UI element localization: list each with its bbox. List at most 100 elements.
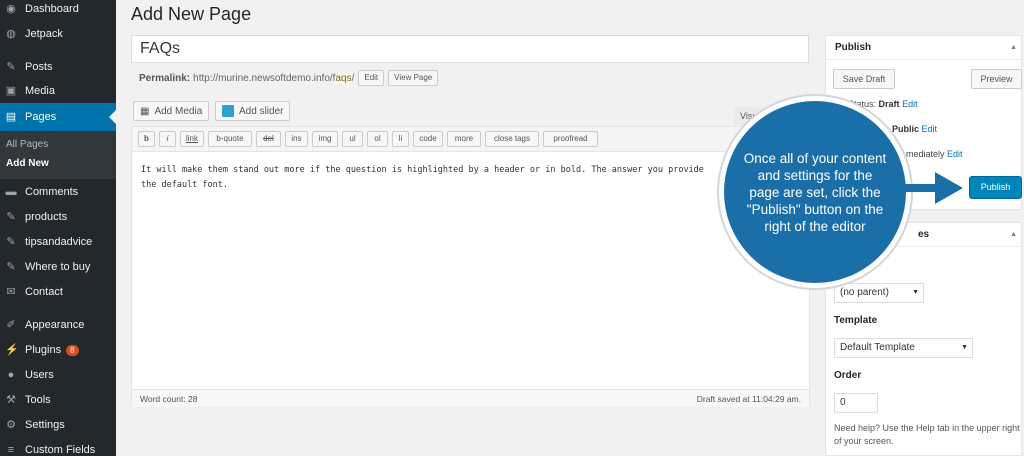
qt-bold-button[interactable]: b (138, 131, 155, 147)
comments-icon: ▬ (5, 186, 17, 198)
publish-button[interactable]: Publish (969, 176, 1022, 199)
qt-ins-button[interactable]: ins (285, 131, 308, 147)
jetpack-icon: ◍ (6, 28, 16, 40)
template-label: Template (834, 315, 878, 326)
order-input[interactable]: 0 (834, 393, 878, 413)
menu-label: Media (25, 85, 55, 97)
menu-label: Jetpack (25, 28, 63, 40)
menu-custom-fields[interactable]: ≡ Custom Fields (0, 438, 116, 456)
qt-ol-button[interactable]: ol (367, 131, 388, 147)
submenu-add-new[interactable]: Add New (6, 158, 49, 169)
menu-label: Dashboard (25, 3, 79, 15)
menu-comments[interactable]: ▬ Comments (0, 180, 116, 204)
callout-arrow-shaft (898, 184, 938, 192)
schedule-row: mediately Edit (906, 149, 963, 159)
menu-contact[interactable]: ✉ Contact (0, 280, 116, 304)
parent-select[interactable]: (no parent) ▼ (834, 283, 924, 303)
permalink-row: Permalink: http://murine.newsoftdemo.inf… (139, 70, 439, 86)
mail-icon: ✉ (6, 286, 16, 298)
menu-label: Settings (25, 419, 65, 431)
add-media-label: Add Media (154, 105, 203, 117)
qt-img-button[interactable]: img (312, 131, 338, 147)
permalink-edit-button[interactable]: Edit (358, 70, 385, 86)
add-media-button[interactable]: ▦ Add Media (133, 101, 210, 121)
content-textarea[interactable]: It will make them stand out more if the … (141, 163, 801, 193)
slider-icon (222, 105, 234, 117)
schedule-edit-link[interactable]: Edit (947, 149, 963, 159)
media-camera-icon: ▦ (140, 105, 150, 117)
qt-link-button[interactable]: link (180, 131, 204, 147)
menu-label: Users (25, 369, 54, 381)
pin-icon: ✎ (6, 211, 16, 223)
qt-del-button[interactable]: del (256, 131, 281, 147)
custom-fields-icon: ≡ (7, 444, 15, 456)
menu-label: Comments (25, 186, 79, 198)
pin-icon: ✎ (6, 261, 16, 273)
template-select[interactable]: Default Template ▼ (834, 338, 973, 358)
editor-status-bar: Word count: 28 Draft saved at 11:04:29 a… (132, 389, 809, 407)
menu-label: Posts (25, 61, 53, 73)
menu-appearance[interactable]: ✐ Appearance (0, 313, 116, 337)
page-title: Add New Page (131, 4, 252, 24)
status-value: Draft (878, 99, 900, 109)
menu-posts[interactable]: ✎ Posts (0, 55, 116, 79)
media-icon: ▣ (5, 85, 17, 97)
permalink-url-prefix: http://murine.newsoftdemo.info/ (193, 72, 333, 84)
menu-jetpack[interactable]: ◍ Jetpack (0, 22, 116, 46)
collapse-arrow-icon[interactable]: ▲ (1010, 36, 1017, 60)
menu-plugins[interactable]: ⚡ Plugins 8 (0, 338, 116, 362)
parent-select-value: (no parent) (840, 287, 889, 298)
menu-users[interactable]: ● Users (0, 363, 116, 387)
menu-label: tipsandadvice (25, 236, 93, 248)
post-title-input[interactable]: FAQs (131, 35, 809, 63)
qt-li-button[interactable]: li (392, 131, 409, 147)
brush-icon: ✐ (6, 319, 16, 331)
menu-label: Plugins (25, 344, 62, 356)
qt-code-button[interactable]: code (413, 131, 443, 147)
add-slider-button[interactable]: Add slider (215, 101, 291, 121)
view-page-button[interactable]: View Page (388, 70, 439, 86)
menu-settings[interactable]: ⚙ Settings (0, 413, 116, 437)
menu-tipsandadvice[interactable]: ✎ tipsandadvice (0, 230, 116, 254)
pin-icon: ✎ (6, 61, 16, 73)
publish-box-header[interactable]: Publish ▲ (826, 36, 1021, 60)
menu-where-to-buy[interactable]: ✎ Where to buy (0, 255, 116, 279)
dropdown-arrow-icon: ▼ (912, 289, 919, 296)
menu-label: Contact (25, 286, 63, 298)
save-draft-button[interactable]: Save Draft (833, 69, 895, 89)
word-count: Word count: 28 (140, 394, 198, 404)
collapse-arrow-icon[interactable]: ▲ (1010, 223, 1017, 247)
permalink-label: Permalink: (139, 72, 191, 84)
content-editor: b i link b-quote del ins img ul ol li co… (131, 126, 810, 407)
order-label: Order (834, 370, 862, 381)
qt-ul-button[interactable]: ul (342, 131, 363, 147)
plugin-icon: ⚡ (5, 344, 19, 356)
menu-dashboard[interactable]: ◉ Dashboard (0, 0, 116, 21)
qt-more-button[interactable]: more (447, 131, 481, 147)
qt-close-tags-button[interactable]: close tags (485, 131, 539, 147)
menu-products[interactable]: ✎ products (0, 205, 116, 229)
menu-label: products (25, 211, 68, 223)
visibility-value: Public (892, 124, 920, 134)
pages-submenu: All Pages Add New (0, 131, 116, 179)
tutorial-callout: Once all of your content and settings fo… (719, 96, 911, 288)
submenu-all-pages[interactable]: All Pages (6, 139, 48, 150)
menu-pages[interactable]: ▤ Pages (0, 103, 116, 131)
qt-bquote-button[interactable]: b-quote (208, 131, 252, 147)
visibility-row: Public Edit (892, 124, 937, 134)
qt-italic-button[interactable]: i (159, 131, 176, 147)
menu-label: Appearance (25, 319, 85, 331)
dashboard-icon: ◉ (6, 3, 16, 15)
preview-button[interactable]: Preview (971, 69, 1022, 89)
status-edit-link[interactable]: Edit (902, 99, 918, 109)
qt-proofread-button[interactable]: proofread (543, 131, 598, 147)
menu-tools[interactable]: ⚒ Tools (0, 388, 116, 412)
add-slider-label: Add slider (239, 105, 284, 117)
draft-saved-status: Draft saved at 11:04:29 am. (696, 394, 801, 404)
visibility-edit-link[interactable]: Edit (922, 124, 938, 134)
menu-label: Pages (25, 111, 57, 123)
permalink-slug[interactable]: faqs (332, 72, 352, 84)
callout-arrow-icon (935, 172, 963, 204)
menu-media[interactable]: ▣ Media (0, 79, 116, 103)
publish-box-title: Publish (835, 42, 872, 53)
